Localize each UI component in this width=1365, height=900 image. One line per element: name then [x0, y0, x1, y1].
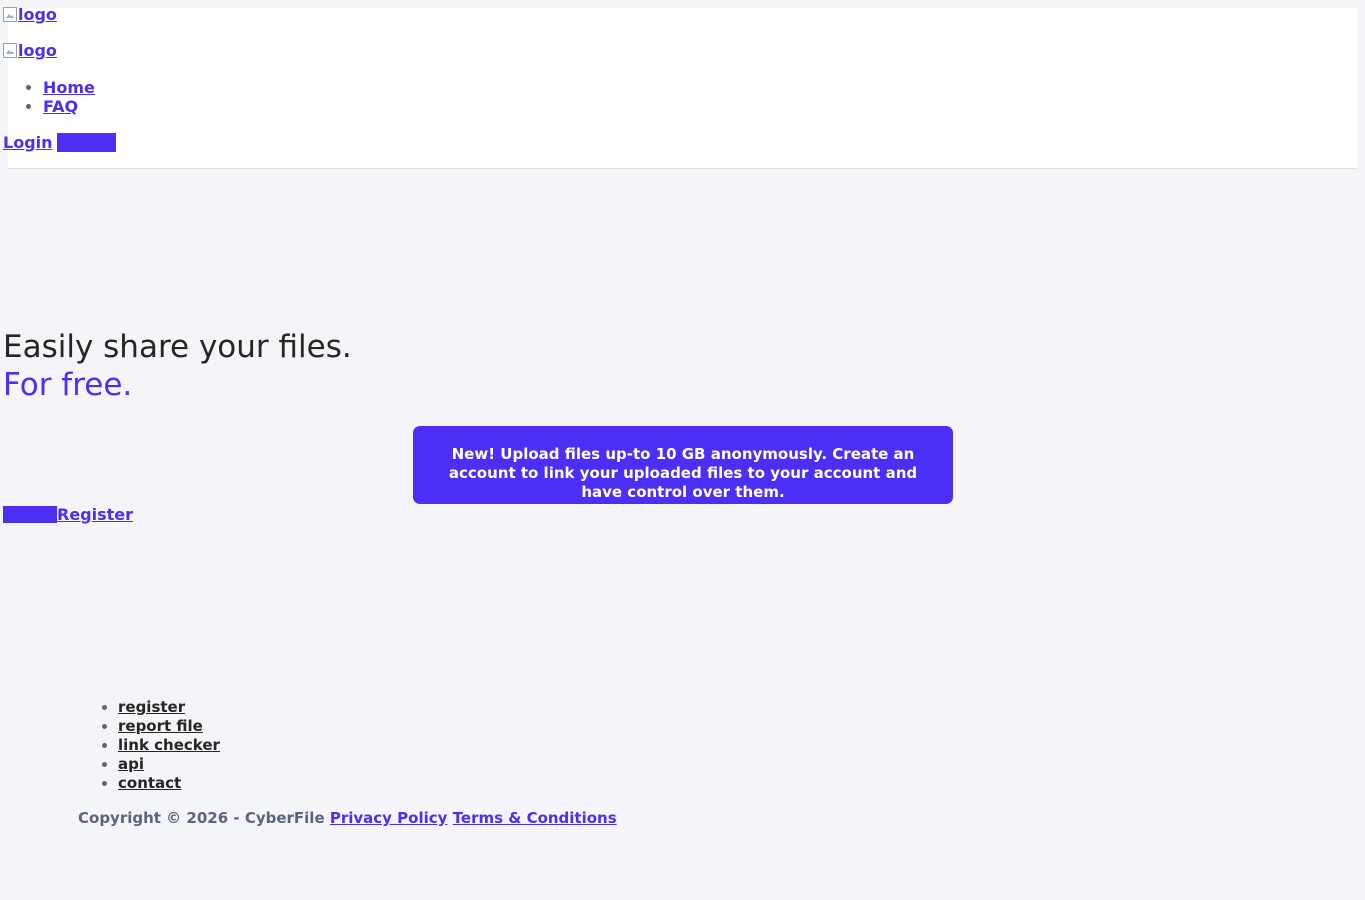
- nav-item-home: Home: [43, 78, 95, 97]
- footer-item-contact: contact: [118, 774, 220, 793]
- header-logo-alt-text: logo: [18, 41, 57, 60]
- footer-link-report-file[interactable]: report file: [118, 717, 203, 735]
- header-top-bar: logo: [3, 5, 1357, 29]
- notice-badge: New!: [451, 445, 496, 463]
- footer-copyright: Copyright © 2026 - CyberFile Privacy Pol…: [78, 809, 617, 828]
- footer-item-report-file: report file: [118, 717, 220, 736]
- footer-link-register[interactable]: register: [118, 698, 185, 716]
- nav-link-faq[interactable]: FAQ: [43, 97, 78, 116]
- new-feature-notice: New! Upload files up-to 10 GB anonymousl…: [413, 426, 953, 504]
- hero-upload-button[interactable]: [3, 506, 57, 523]
- header-cta-button[interactable]: [56, 133, 116, 152]
- login-link[interactable]: Login: [3, 133, 53, 152]
- hero-subtitle: For free.: [3, 367, 133, 403]
- terms-link[interactable]: Terms & Conditions: [453, 809, 617, 827]
- main-nav: Home FAQ: [3, 78, 95, 116]
- notice-text: Upload files up-to 10 GB anonymously. Cr…: [448, 445, 918, 501]
- footer-item-register: register: [118, 698, 220, 717]
- footer-item-api: api: [118, 755, 220, 774]
- copyright-text: Copyright © 2026 - CyberFile: [78, 809, 325, 827]
- account-actions: Login: [3, 133, 116, 152]
- header-logo-link[interactable]: logo: [3, 41, 57, 60]
- footer-links: register report file link checker api co…: [78, 698, 220, 793]
- hero-title: Easily share your files.: [3, 329, 352, 365]
- footer-item-link-checker: link checker: [118, 736, 220, 755]
- broken-image-icon: [3, 43, 17, 58]
- privacy-policy-link[interactable]: Privacy Policy: [330, 809, 448, 827]
- footer-link-api[interactable]: api: [118, 755, 144, 773]
- site-header: logo Home FAQ Login: [3, 28, 1357, 169]
- top-logo-link[interactable]: logo: [3, 5, 57, 24]
- footer-link-link-checker[interactable]: link checker: [118, 736, 220, 754]
- hero-actions: Register: [3, 505, 133, 524]
- top-logo-alt-text: logo: [18, 5, 57, 24]
- hero-register-link[interactable]: Register: [57, 505, 133, 524]
- broken-image-icon: [3, 7, 17, 22]
- footer-link-contact[interactable]: contact: [118, 774, 181, 792]
- nav-item-faq: FAQ: [43, 97, 95, 116]
- nav-link-home[interactable]: Home: [43, 78, 95, 97]
